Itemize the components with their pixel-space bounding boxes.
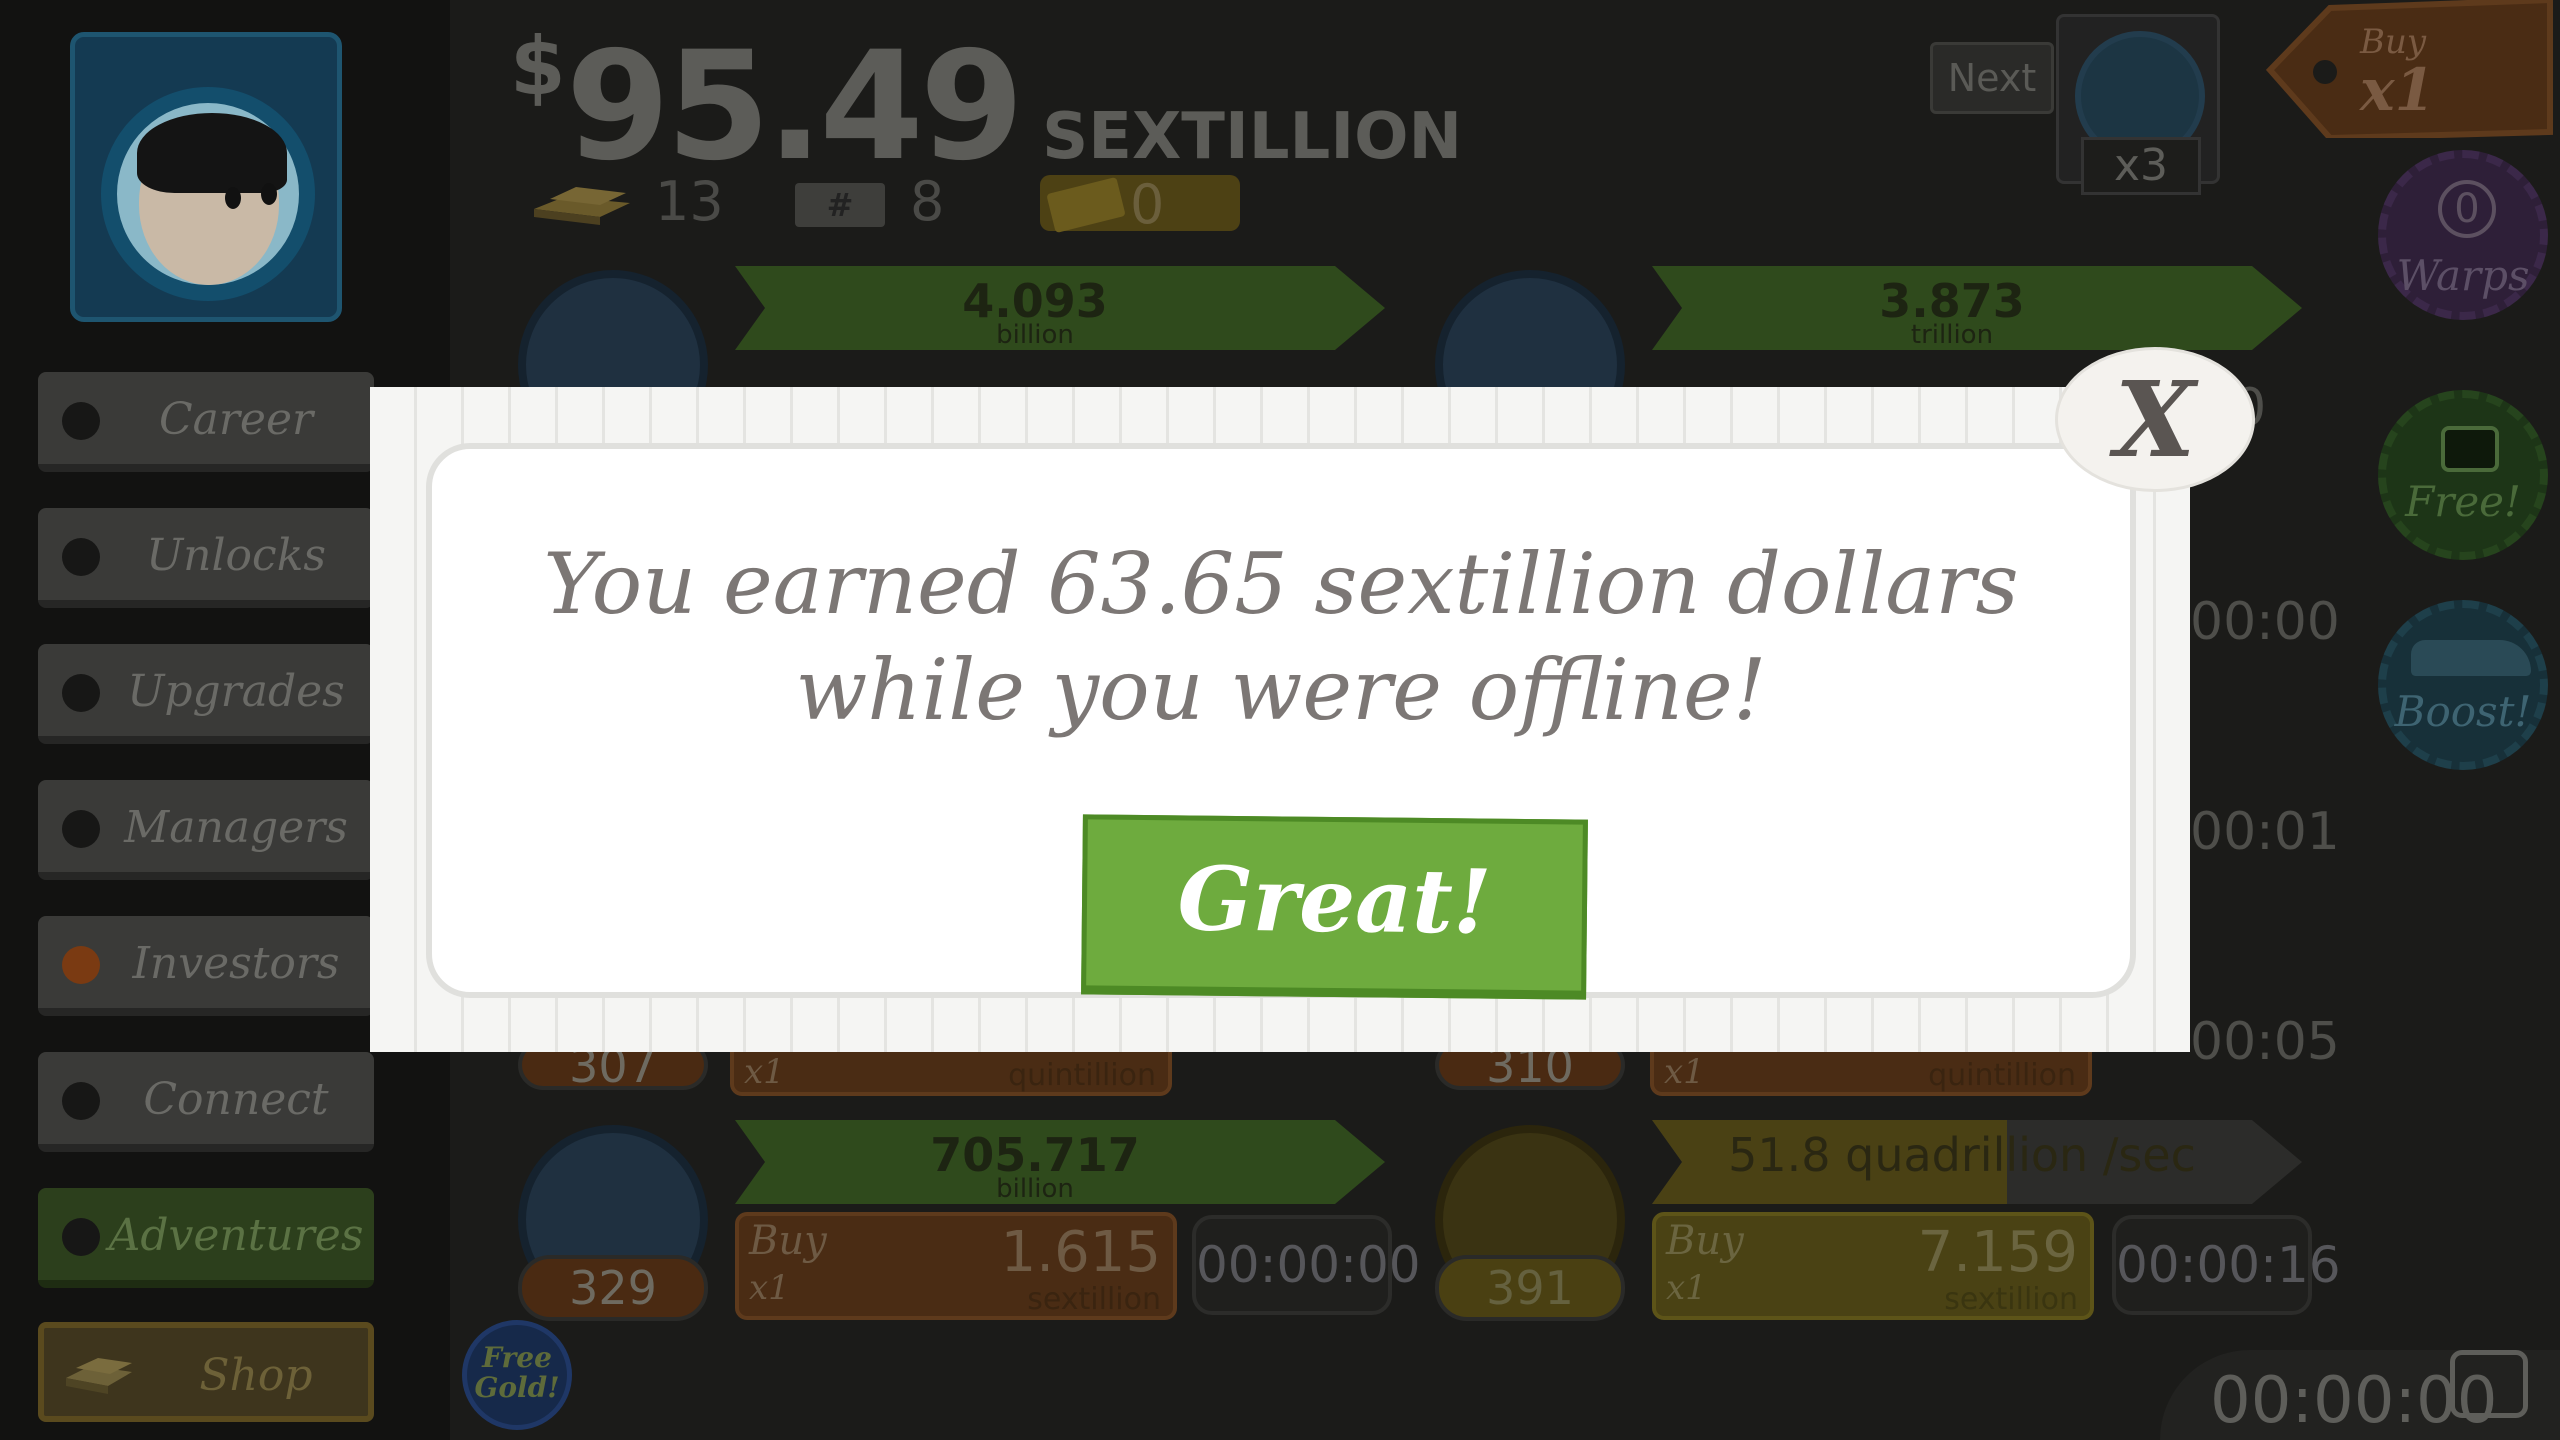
next-unlock-panel[interactable]: x3 [2056, 14, 2220, 195]
notification-dot [62, 1082, 100, 1120]
profit-rate-bar: 51.8 quadrillion /sec [1652, 1120, 2312, 1204]
ticket-symbol: # [826, 186, 854, 224]
sidebar-item-shop[interactable]: Shop [38, 1322, 374, 1422]
profit-unit: billion [996, 1174, 1074, 1204]
gold-bars-icon [66, 1358, 132, 1394]
buy-label: Buy [1666, 1218, 1744, 1264]
gold-count: 13 [655, 170, 724, 233]
partial-timer: 00:00 [2190, 592, 2340, 652]
sidebar-item-label: Connect [143, 1074, 329, 1125]
sidebar-item-label: Unlocks [146, 530, 326, 581]
sidebar-item-label: Career [158, 394, 314, 445]
great-button-label: Great! [1177, 846, 1493, 954]
sidebar-item-unlocks[interactable]: Unlocks [38, 508, 374, 608]
buy-multiplier: x1 [1666, 1268, 1707, 1308]
hair-icon [137, 113, 287, 193]
profit-bar: 4.093 billion [735, 266, 1395, 350]
boost-button[interactable]: Boost! [2378, 600, 2548, 770]
notification-dot [62, 538, 100, 576]
close-dialog-button[interactable]: X [2055, 347, 2255, 492]
gold-bars-icon [534, 187, 630, 225]
free-button[interactable]: Free! [2378, 390, 2548, 560]
megabucks-count: 0 [1130, 173, 1165, 236]
close-icon: X [2114, 358, 2196, 481]
tv-icon [2450, 1350, 2528, 1418]
money-value: 95.49 [565, 20, 1024, 194]
profit-unit: billion [996, 320, 1074, 350]
buy-button[interactable]: Buy x1 7.159 sextillion [1652, 1212, 2094, 1320]
megabucks-icon [1046, 176, 1126, 234]
buy-multiplier: x1 [1664, 1052, 1705, 1092]
free-gold-button[interactable]: Free Gold! [462, 1320, 572, 1430]
megabucks-bar[interactable]: 0 [1040, 173, 1240, 236]
sidebar-item-connect[interactable]: Connect [38, 1052, 374, 1152]
next-unlock-button[interactable]: Next [1930, 42, 2054, 114]
warps-button[interactable]: 0 Warps [2378, 150, 2548, 320]
sidebar-item-managers[interactable]: Managers [38, 780, 374, 880]
sidebar-item-upgrades[interactable]: Upgrades [38, 644, 374, 744]
notification-dot [62, 1218, 100, 1256]
partial-timer: 00:05 [2190, 1012, 2340, 1072]
business-count: 329 [518, 1255, 708, 1321]
price-unit: sextillion [1944, 1282, 2078, 1317]
profit-bar: 705.717 billion [735, 1120, 1395, 1204]
notification-dot [62, 402, 100, 440]
car-icon [2411, 640, 2531, 676]
warps-count: 0 [2438, 180, 2496, 238]
price-unit: sextillion [1027, 1282, 1161, 1317]
notification-dot [62, 674, 100, 712]
buy-multiplier: x1 [749, 1268, 790, 1308]
buy-multiplier: x1 [744, 1052, 785, 1092]
boost-label: Boost! [2394, 687, 2532, 736]
notification-dot [62, 946, 100, 984]
business-timer: 00:00:00 [1192, 1215, 1421, 1315]
sidebar-item-label: Adventures [108, 1210, 364, 1261]
offline-earnings-dialog: You earned 63.65 sextillion dollars whil… [370, 387, 2190, 1052]
player-avatar[interactable] [70, 32, 342, 322]
great-button[interactable]: Great! [1081, 814, 1588, 1000]
business-count: 391 [1435, 1255, 1625, 1321]
ticket-icon: # [795, 183, 885, 227]
sidebar-item-label: Managers [124, 802, 348, 853]
ad-timer-panel[interactable]: 00:00:00 [2160, 1350, 2560, 1440]
profit-bar: 3.873 trillion [1652, 266, 2312, 350]
buy-price: 1.615 [1000, 1220, 1161, 1285]
dialog-content: You earned 63.65 sextillion dollars whil… [426, 443, 2136, 1000]
buy-label: Buy [749, 1218, 827, 1264]
next-multiplier: x3 [2081, 137, 2201, 195]
money-unit: SEXTILLION [1042, 100, 1463, 174]
buy-multiplier: x1 [2360, 56, 2435, 124]
sidebar-item-adventures[interactable]: Adventures [38, 1188, 374, 1288]
buy-multiplier-button[interactable]: Buy x1 [2250, 0, 2560, 138]
price-unit: quintillion [1008, 1058, 1156, 1093]
profit-rate: 51.8 quadrillion /sec [1728, 1128, 2196, 1182]
partial-timer: 00:01 [2190, 802, 2340, 862]
sidebar-item-label: Shop [199, 1350, 313, 1401]
free-label: Free! [2405, 477, 2521, 526]
offline-earnings-message: You earned 63.65 sextillion dollars whil… [543, 535, 2019, 739]
profit-unit: trillion [1910, 320, 1994, 350]
sidebar-item-label: Investors [132, 938, 340, 989]
tv-icon [2441, 426, 2499, 472]
buy-price: 7.159 [1917, 1220, 2078, 1285]
business-timer: 00:00:16 [2112, 1215, 2341, 1315]
money-display: $95.49 SEXTILLION [510, 20, 1462, 194]
buy-button[interactable]: Buy x1 1.615 sextillion [735, 1212, 1177, 1320]
price-unit: quintillion [1928, 1058, 2076, 1093]
sidebar-item-career[interactable]: Career [38, 372, 374, 472]
eye-icon [225, 187, 241, 209]
currency-symbol: $ [510, 20, 566, 113]
eye-icon [261, 183, 277, 205]
ticket-count: 8 [910, 170, 945, 233]
sidebar-item-investors[interactable]: Investors [38, 916, 374, 1016]
notification-dot [62, 810, 100, 848]
game-screen: Career Unlocks Upgrades Managers Investo… [0, 0, 2560, 1440]
sidebar-item-label: Upgrades [127, 666, 345, 717]
warps-label: Warps [2396, 251, 2530, 300]
